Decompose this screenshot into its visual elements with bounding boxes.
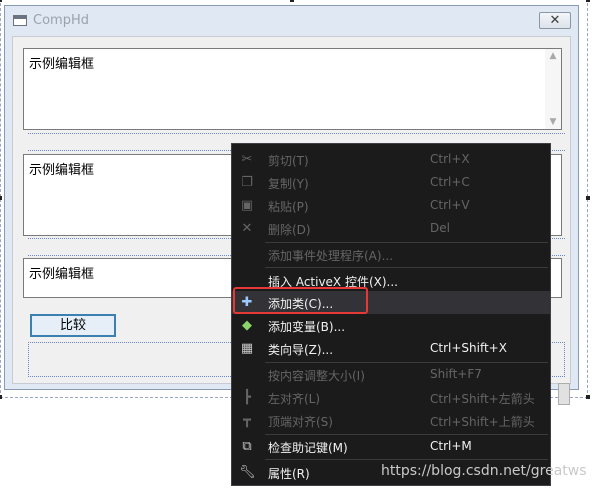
scroll-up-icon[interactable]: ▲ (548, 51, 558, 61)
menu-item-copy[interactable]: ❐ 复制(Y) Ctrl+C (232, 171, 550, 194)
resize-handle[interactable] (586, 196, 590, 200)
edit-box-3-text: 示例编辑框 (29, 267, 95, 282)
align-top-icon: ┳ (243, 413, 251, 428)
watermark-text: https://blog.csdn.net/greatws (381, 463, 587, 479)
menu-item-shortcut: Ctrl+V (430, 198, 470, 212)
menu-item-shortcut: Ctrl+Shift+上箭头 (430, 415, 535, 429)
edit-box-1[interactable]: 示例编辑框 ▲ ▼ (23, 48, 562, 130)
menu-item-add-variable[interactable]: ◆ 添加变量(B)... (232, 314, 550, 337)
resize-handle[interactable] (586, 395, 590, 399)
menu-item-align-top[interactable]: ┳ 顶端对齐(S) Ctrl+Shift+上箭头 (232, 409, 550, 432)
edit-box-1-text: 示例编辑框 (29, 57, 95, 72)
resize-handle[interactable] (290, 0, 294, 2)
highlight-annotation (233, 287, 368, 314)
close-button[interactable]: ✕ (539, 12, 571, 29)
menu-item-paste[interactable]: ▣ 粘贴(P) Ctrl+V (232, 194, 550, 217)
menu-item-shortcut: Ctrl+Shift+左箭头 (430, 392, 535, 406)
menu-item-shortcut: Del (430, 221, 450, 235)
dotted-guide (28, 133, 565, 134)
add-variable-icon: ◆ (242, 318, 252, 333)
menu-item-shortcut: Ctrl+M (430, 439, 472, 453)
context-menu: ✂ 剪切(T) Ctrl+X ❐ 复制(Y) Ctrl+C ▣ 粘贴(P) Ct… (231, 143, 551, 486)
delete-icon: ✕ (241, 221, 253, 236)
check-mnemonics-icon: ⧉ (242, 439, 252, 454)
resize-handle[interactable] (0, 196, 2, 200)
menu-item-align-left[interactable]: ┣ 左对齐(L) Ctrl+Shift+左箭头 (232, 386, 550, 409)
menu-item-label: 左对齐(L) (268, 392, 321, 406)
menu-item-shortcut: Shift+F7 (430, 367, 482, 381)
menu-item-label: 属性(R) (268, 467, 310, 481)
menu-separator (265, 459, 548, 460)
resize-handle[interactable] (0, 0, 2, 2)
menu-item-class-wizard[interactable]: ▦ 类向导(Z)... Ctrl+Shift+X (232, 337, 550, 360)
menu-item-size-to-content[interactable]: 按内容调整大小(I) Shift+F7 (232, 363, 550, 386)
menu-item-label: 添加变量(B)... (268, 320, 346, 334)
menu-item-delete[interactable]: ✕ 删除(D) Del (232, 217, 550, 240)
menu-item-label: 添加事件处理程序(A)... (268, 249, 394, 263)
paste-icon: ▣ (240, 198, 254, 213)
window-icon (13, 15, 27, 26)
menu-item-shortcut: Ctrl+C (430, 175, 470, 189)
menu-item-label: 复制(Y) (268, 177, 309, 191)
edit-box-2-text: 示例编辑框 (29, 163, 95, 178)
title-bar[interactable]: CompHd ✕ (5, 6, 578, 36)
copy-icon: ❐ (241, 175, 253, 190)
menu-separator (265, 267, 548, 268)
menu-item-label: 剪切(T) (268, 154, 309, 168)
menu-item-label: 粘贴(P) (268, 200, 309, 214)
menu-item-label: 按内容调整大小(I) (268, 369, 365, 383)
menu-item-label: 顶端对齐(S) (268, 415, 333, 429)
cut-icon: ✂ (241, 152, 253, 167)
partial-button[interactable] (558, 383, 570, 405)
edit-box-1-scrollbar[interactable]: ▲ ▼ (545, 49, 561, 129)
class-wizard-icon: ▦ (240, 341, 254, 356)
align-left-icon: ┣ (243, 390, 251, 405)
menu-item-label: 删除(D) (268, 223, 311, 237)
menu-item-label: 检查助记键(M) (268, 441, 348, 455)
menu-item-check-mnemonics[interactable]: ⧉ 检查助记键(M) Ctrl+M (232, 435, 550, 458)
close-icon: ✕ (549, 13, 561, 28)
compare-button[interactable]: 比较 (30, 314, 116, 337)
properties-icon: 🔧︎ (239, 465, 256, 480)
menu-item-add-event-handler[interactable]: 添加事件处理程序(A)... (232, 243, 550, 266)
resize-handle[interactable] (0, 395, 2, 399)
menu-item-shortcut: Ctrl+X (430, 152, 470, 166)
scroll-down-icon[interactable]: ▼ (548, 117, 558, 127)
resize-handle[interactable] (586, 0, 590, 2)
window-title: CompHd (33, 13, 89, 28)
menu-item-label: 类向导(Z)... (268, 343, 334, 357)
menu-item-cut[interactable]: ✂ 剪切(T) Ctrl+X (232, 148, 550, 171)
menu-item-shortcut: Ctrl+Shift+X (430, 341, 507, 355)
